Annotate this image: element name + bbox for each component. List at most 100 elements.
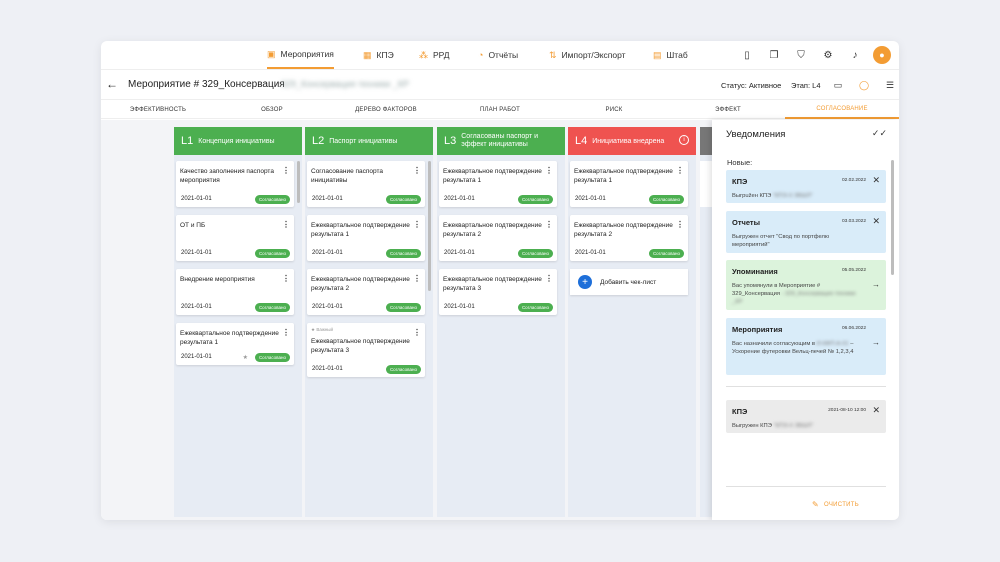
tab-effect[interactable]: ЭФФЕКТ [671, 100, 785, 119]
clear-label: ОЧИСТИТЬ [824, 501, 859, 508]
task-card[interactable]: Ежеквартальное подтверждение результата … [570, 215, 688, 261]
more-vertical-icon[interactable]: ⋮ [676, 220, 684, 229]
more-vertical-icon[interactable]: ⋮ [282, 274, 290, 283]
nav-item-label: Импорт/Экспорт [561, 50, 626, 60]
column-title: Паспорт инициативы [329, 137, 398, 145]
nav-item-kpi[interactable]: ▦ КПЭ [363, 41, 394, 69]
card-date: 2021-01-01 [444, 196, 475, 202]
document-icon[interactable]: ▯ [737, 45, 757, 65]
more-vertical-icon[interactable]: ⋮ [413, 328, 421, 337]
status-badge: Согласовано [385, 365, 421, 374]
comment-icon[interactable]: ◯ [855, 76, 873, 94]
more-vertical-icon[interactable]: ⋮ [282, 328, 290, 337]
notification-card[interactable]: Мероприятия 06.06.2022 → Вас назначили с… [726, 318, 886, 375]
card-title: Ежеквартальное подтверждение результата … [180, 330, 279, 346]
bookmark-icon[interactable]: ▭ [829, 76, 847, 94]
tab-work-plan[interactable]: ПЛАН РАБОТ [443, 100, 557, 119]
more-vertical-icon[interactable]: ⋮ [413, 166, 421, 175]
column-l3: L3 Согласованы паспорт и эффект инициати… [437, 127, 565, 517]
scrollbar[interactable] [297, 161, 300, 203]
bell-icon[interactable]: ♪ [845, 45, 865, 65]
nav-item-label: РРД [433, 50, 450, 60]
tab-factor-tree[interactable]: ДЕРЕВО ФАКТОРОВ [329, 100, 443, 119]
list-icon[interactable]: ☰ [881, 76, 899, 94]
star-icon[interactable]: ★ [243, 354, 248, 361]
nav-item-import-export[interactable]: ⇅ Импорт/Экспорт [549, 41, 626, 69]
tab-approval[interactable]: СОГЛАСОВАНИЕ [785, 100, 899, 119]
important-flag: ★ Важный [311, 327, 333, 333]
task-card[interactable]: Ежеквартальное подтверждение результата … [439, 215, 557, 261]
card-title: Ежеквартальное подтверждение результата … [443, 222, 542, 238]
arrow-right-icon[interactable]: → [872, 338, 880, 347]
notification-text-main: Выгружен КПЭ [732, 423, 772, 429]
scrollbar[interactable] [428, 161, 431, 291]
column-l1: L1 Концепция инициативы Качество заполне… [174, 127, 302, 517]
more-vertical-icon[interactable]: ⋮ [413, 274, 421, 283]
notification-card[interactable]: Отчеты 03.03.2022 ✕ Выгружен отчет "Свод… [726, 211, 886, 253]
task-card[interactable]: ОТ и ПБ ⋮ 2021-01-01 Согласовано [176, 215, 294, 261]
shield-icon[interactable]: ⛉ [791, 45, 811, 65]
task-card[interactable]: Качество заполнения паспорта мероприятия… [176, 161, 294, 207]
task-card[interactable]: ★ Важный Ежеквартальное подтверждение ре… [307, 323, 425, 377]
notification-heading: Упоминания [732, 267, 778, 276]
nav-item-rrd[interactable]: ⁂ РРД [419, 41, 450, 69]
notification-date: 05.05.2022 [841, 268, 866, 273]
tab-overview[interactable]: ОБЗОР [215, 100, 329, 119]
task-card[interactable]: Ежеквартальное подтверждение результата … [570, 161, 688, 207]
mark-all-read-icon[interactable]: ✓✓ [872, 128, 887, 139]
notifications-title: Уведомления [726, 129, 786, 140]
add-checklist-button[interactable]: + Добавить чек-лист [570, 269, 688, 295]
more-vertical-icon[interactable]: ⋮ [413, 220, 421, 229]
tab-risk[interactable]: РИСК [557, 100, 671, 119]
card-title: Ежеквартальное подтверждение результата … [574, 222, 673, 238]
card-date: 2021-01-01 [575, 196, 606, 202]
card-title: Согласование паспорта инициативы [311, 168, 384, 184]
task-card[interactable]: Внедрение мероприятия ⋮ 2021-01-01 Согла… [176, 269, 294, 315]
pie-chart-icon: ◔ [478, 50, 484, 60]
card-date: 2021-01-01 [181, 250, 212, 256]
notification-card[interactable]: КПЭ 02.02.2022 ✕ Выгрužен КПЭ "КПЭ-Х ЗВШ… [726, 170, 886, 203]
card-title: Ежеквартальное подтверждение результата … [574, 168, 673, 184]
task-card[interactable]: Ежеквартальное подтверждение результата … [307, 269, 425, 315]
more-vertical-icon[interactable]: ⋮ [676, 166, 684, 175]
card-title: Ежеквартальное подтверждение результата … [311, 276, 410, 292]
card-title: Внедрение мероприятия [180, 276, 255, 283]
notifications-panel: Уведомления ✓✓ Новые: КПЭ 02.02.2022 ✕ В… [712, 120, 899, 520]
avatar[interactable]: ● [873, 46, 891, 64]
scrollbar[interactable] [891, 160, 894, 275]
task-card[interactable]: Ежеквартальное подтверждение результата … [307, 215, 425, 261]
clear-button[interactable]: ✎ ОЧИСТИТЬ [812, 500, 859, 509]
more-vertical-icon[interactable]: ⋮ [282, 220, 290, 229]
flag-label: Важный [316, 327, 334, 332]
info-icon[interactable]: i [679, 135, 689, 145]
task-card[interactable]: Согласование паспорта инициативы ⋮ 2021-… [307, 161, 425, 207]
star-icon: ★ [311, 327, 316, 332]
more-vertical-icon[interactable]: ⋮ [545, 274, 553, 283]
add-checklist-label: Добавить чек-лист [600, 278, 657, 286]
back-arrow-icon[interactable]: ← [106, 77, 118, 91]
task-card[interactable]: Ежеквартальное подтверждение результата … [176, 323, 294, 365]
task-card[interactable]: Ежеквартальное подтверждение результата … [439, 269, 557, 315]
notification-text: Вас упомянули в Мероприятие # 329_Консер… [732, 282, 862, 306]
more-vertical-icon[interactable]: ⋮ [545, 220, 553, 229]
nav-item-hq[interactable]: ▤ Штаб [653, 41, 688, 69]
nav-item-events[interactable]: ▣ Мероприятия [267, 41, 334, 69]
notification-text-blurred: "КПЭ-Х ЗВШЛ" [772, 193, 813, 199]
app-window: ▣ Мероприятия ▦ КПЭ ⁂ РРД ◔ Отчёты ⇅ Имп… [101, 41, 899, 520]
gear-icon[interactable]: ⚙ [818, 45, 838, 65]
tab-efficiency[interactable]: ЭФФЕКТИВНОСТЬ [101, 100, 215, 119]
copy-icon[interactable]: ❐ [764, 45, 784, 65]
close-icon[interactable]: ✕ [872, 216, 880, 227]
task-card[interactable]: Ежеквартальное подтверждение результата … [439, 161, 557, 207]
close-icon[interactable]: ✕ [872, 405, 880, 416]
notification-text: Выгружен КПЭ "КПЭ-Х ЗВШЛ" [732, 422, 862, 430]
close-icon[interactable]: ✕ [872, 175, 880, 186]
top-icons: ▯ ❐ ⛉ ⚙ ♪ ● [730, 45, 891, 65]
nav-item-reports[interactable]: ◔ Отчёты [478, 41, 518, 69]
presentation-icon: ▣ [267, 48, 276, 59]
notification-card[interactable]: Упоминания 05.05.2022 → Вас упомянули в … [726, 260, 886, 310]
arrow-right-icon[interactable]: → [872, 280, 880, 289]
notification-card[interactable]: КПЭ 2021-08-10 12:00 ✕ Выгружен КПЭ "КПЭ… [726, 400, 886, 433]
more-vertical-icon[interactable]: ⋮ [545, 166, 553, 175]
more-vertical-icon[interactable]: ⋮ [282, 166, 290, 175]
